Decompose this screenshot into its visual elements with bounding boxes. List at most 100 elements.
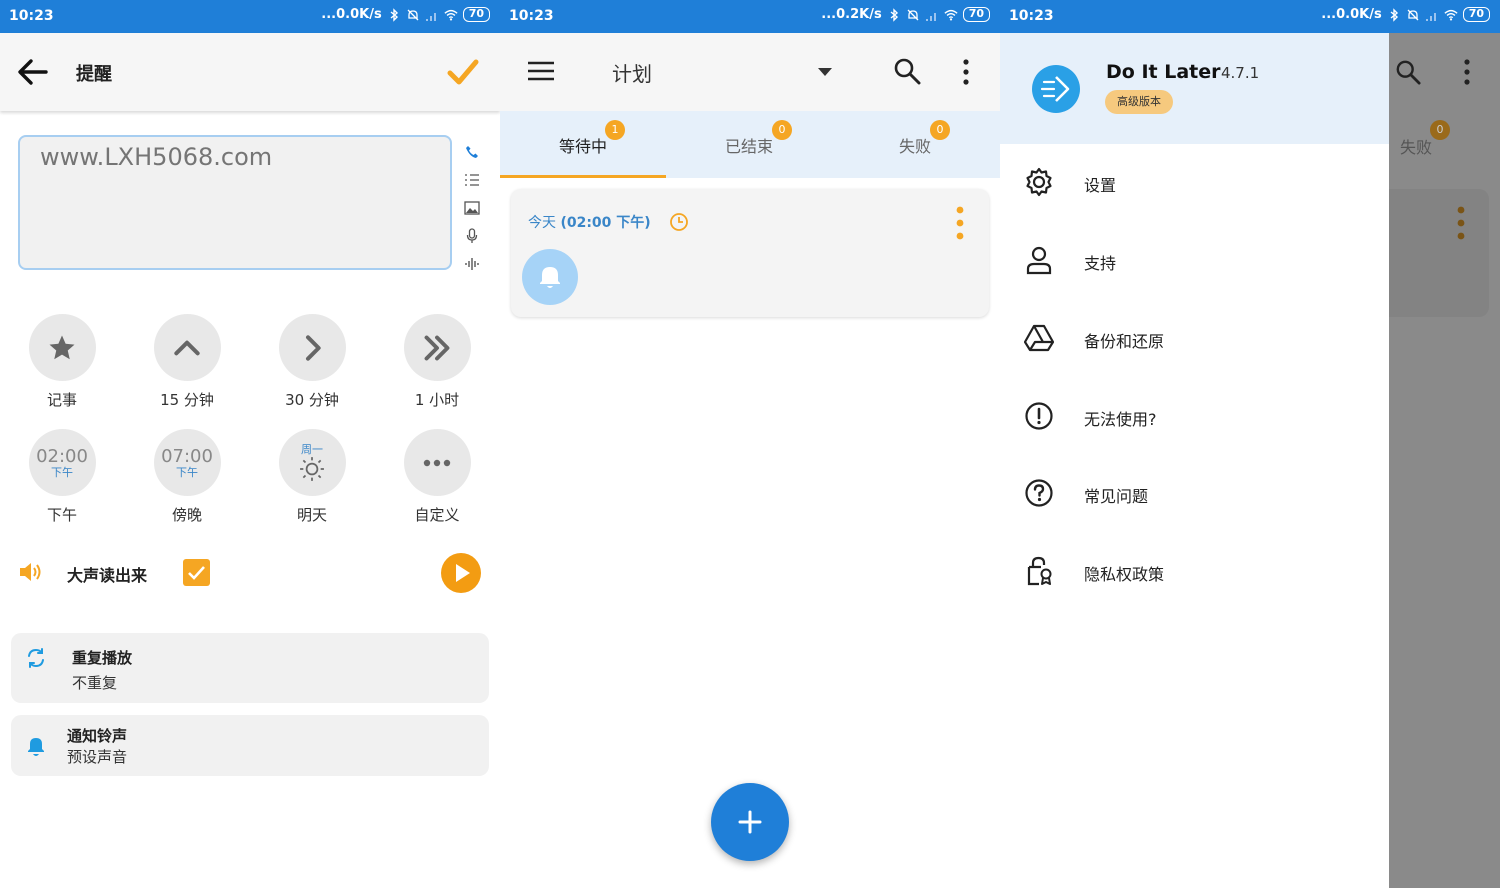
drawer-item-label: 支持 xyxy=(1084,254,1117,273)
more-horizontal-icon xyxy=(423,459,451,466)
premium-badge: 高级版本 xyxy=(1105,90,1173,114)
phone-attach-button[interactable] xyxy=(462,138,482,166)
note-text-box[interactable] xyxy=(18,135,452,270)
battery-level: 70 xyxy=(1462,7,1490,22)
signal-icon xyxy=(925,12,936,21)
read-aloud-label: 大声读出来 xyxy=(67,566,148,585)
plan-toolbar: 计划 xyxy=(500,33,1000,111)
page-title: 计划 xyxy=(612,62,652,86)
plan-tabs: 等待中 1 已结束 0 失败 0 xyxy=(500,111,1000,178)
drawer-item-not-working[interactable]: 无法使用? xyxy=(1000,386,1389,446)
quick-sub: 下午 xyxy=(176,465,198,479)
page-title: 提醒 xyxy=(76,64,112,85)
checkmark-icon xyxy=(188,566,205,580)
quick-circle xyxy=(28,314,96,381)
quick-circle xyxy=(278,314,346,381)
play-preview-button[interactable] xyxy=(441,553,481,593)
phone-icon xyxy=(466,146,478,158)
quick-circle: 周一 xyxy=(278,429,346,496)
note-input[interactable] xyxy=(20,137,450,177)
star-icon xyxy=(49,335,75,359)
quick-weekday: 周一 xyxy=(301,442,323,456)
ringtone-setting[interactable]: 通知铃声 预设声音 xyxy=(11,715,489,776)
person-icon xyxy=(1026,246,1052,275)
status-bar: 10:23 ...0.2K/s 70 xyxy=(500,0,1000,33)
repeat-setting[interactable]: 重复播放 不重复 xyxy=(11,633,489,703)
arrow-later-icon xyxy=(1040,76,1070,102)
drawer-item-faq[interactable]: 常见问题 xyxy=(1000,463,1389,523)
drawer-item-backup[interactable]: 备份和还原 xyxy=(1000,308,1389,368)
tab-failed[interactable]: 失败 0 xyxy=(832,111,998,178)
tab-badge: 0 xyxy=(930,120,950,140)
wifi-icon xyxy=(1444,9,1458,21)
tab-label: 失败 xyxy=(1400,138,1433,157)
image-attach-button[interactable] xyxy=(462,194,482,222)
checklist-attach-button[interactable] xyxy=(462,166,482,194)
task-clock-time: (02:00 下午) xyxy=(560,215,651,231)
drawer-screen: 10:23 ...0.0K/s 70 0 失败 Do It Later 4.7.… xyxy=(1000,0,1500,888)
task-day: 今天 xyxy=(528,215,556,231)
hamburger-menu-icon[interactable] xyxy=(527,60,555,82)
mute-icon xyxy=(907,9,919,20)
drawer-item-support[interactable]: 支持 xyxy=(1000,230,1389,290)
quick-custom-button[interactable]: 自定义 xyxy=(387,429,487,525)
quick-note-button[interactable]: 记事 xyxy=(12,314,112,410)
drawer-item-label: 无法使用? xyxy=(1084,410,1157,429)
navigation-drawer: Do It Later 4.7.1 高级版本 设置 支持 备份和还原 无法使用?… xyxy=(1000,33,1389,888)
read-aloud-checkbox[interactable] xyxy=(183,559,210,586)
quick-tomorrow-button[interactable]: 周一 明天 xyxy=(262,429,362,525)
task-more-icon[interactable] xyxy=(955,205,965,241)
wifi-icon xyxy=(944,9,958,21)
task-time: 今天 (02:00 下午) xyxy=(528,212,651,232)
quick-sub: 下午 xyxy=(51,465,73,479)
tab-finished[interactable]: 已结束 0 xyxy=(666,111,832,178)
drawer-item-label: 隐私权政策 xyxy=(1084,565,1165,584)
repeat-title: 重复播放 xyxy=(72,649,133,667)
dropdown-arrow-icon[interactable] xyxy=(818,68,832,76)
quick-circle xyxy=(403,314,471,381)
network-speed: ...0.0K/s xyxy=(1321,7,1382,22)
drawer-item-label: 常见问题 xyxy=(1084,487,1149,506)
task-card-dimmed xyxy=(1389,189,1489,317)
search-icon[interactable] xyxy=(893,57,921,85)
quick-30min-button[interactable]: 30 分钟 xyxy=(262,314,362,410)
alert-circle-icon xyxy=(1025,402,1053,430)
status-time: 10:23 xyxy=(1009,8,1054,24)
drawer-scrim[interactable] xyxy=(1389,33,1500,888)
add-task-button[interactable] xyxy=(711,783,789,861)
sun-icon xyxy=(300,456,324,481)
quick-label: 明天 xyxy=(296,506,327,524)
drawer-item-label: 备份和还原 xyxy=(1084,332,1165,351)
network-speed: ...0.2K/s xyxy=(821,7,882,22)
task-card[interactable]: 今天 (02:00 下午) xyxy=(511,189,989,317)
audio-attach-button[interactable] xyxy=(462,250,482,278)
help-circle-icon xyxy=(1025,479,1053,507)
drawer-item-privacy[interactable]: 隐私权政策 xyxy=(1000,541,1389,601)
quick-label: 下午 xyxy=(46,506,77,524)
signal-icon xyxy=(425,12,436,21)
confirm-check-icon[interactable] xyxy=(446,55,480,89)
bluetooth-icon xyxy=(890,7,898,22)
drawer-header: Do It Later 4.7.1 高级版本 xyxy=(1000,33,1389,144)
voice-attach-button[interactable] xyxy=(462,222,482,250)
drive-icon xyxy=(1024,324,1054,352)
microphone-icon xyxy=(466,228,478,243)
quick-evening-button[interactable]: 07:00 下午 傍晚 xyxy=(137,429,237,525)
quick-1hour-button[interactable]: 1 小时 xyxy=(387,314,487,410)
quick-15min-button[interactable]: 15 分钟 xyxy=(137,314,237,410)
privacy-lock-icon xyxy=(1027,556,1052,586)
quick-label: 15 分钟 xyxy=(160,391,214,409)
tab-label: 已结束 xyxy=(724,137,773,156)
tab-label: 等待中 xyxy=(558,137,607,156)
gear-icon xyxy=(1026,167,1052,197)
bluetooth-icon xyxy=(1390,7,1398,22)
mute-icon xyxy=(1407,9,1419,20)
reminder-toolbar: 提醒 xyxy=(0,33,500,111)
tab-pending[interactable]: 等待中 1 xyxy=(500,111,666,178)
task-bell-avatar xyxy=(522,249,578,305)
quick-circle xyxy=(403,429,471,496)
quick-afternoon-button[interactable]: 02:00 下午 下午 xyxy=(12,429,112,525)
more-vertical-icon[interactable] xyxy=(962,58,970,86)
back-arrow-icon[interactable] xyxy=(16,57,50,87)
drawer-item-settings[interactable]: 设置 xyxy=(1000,152,1389,212)
